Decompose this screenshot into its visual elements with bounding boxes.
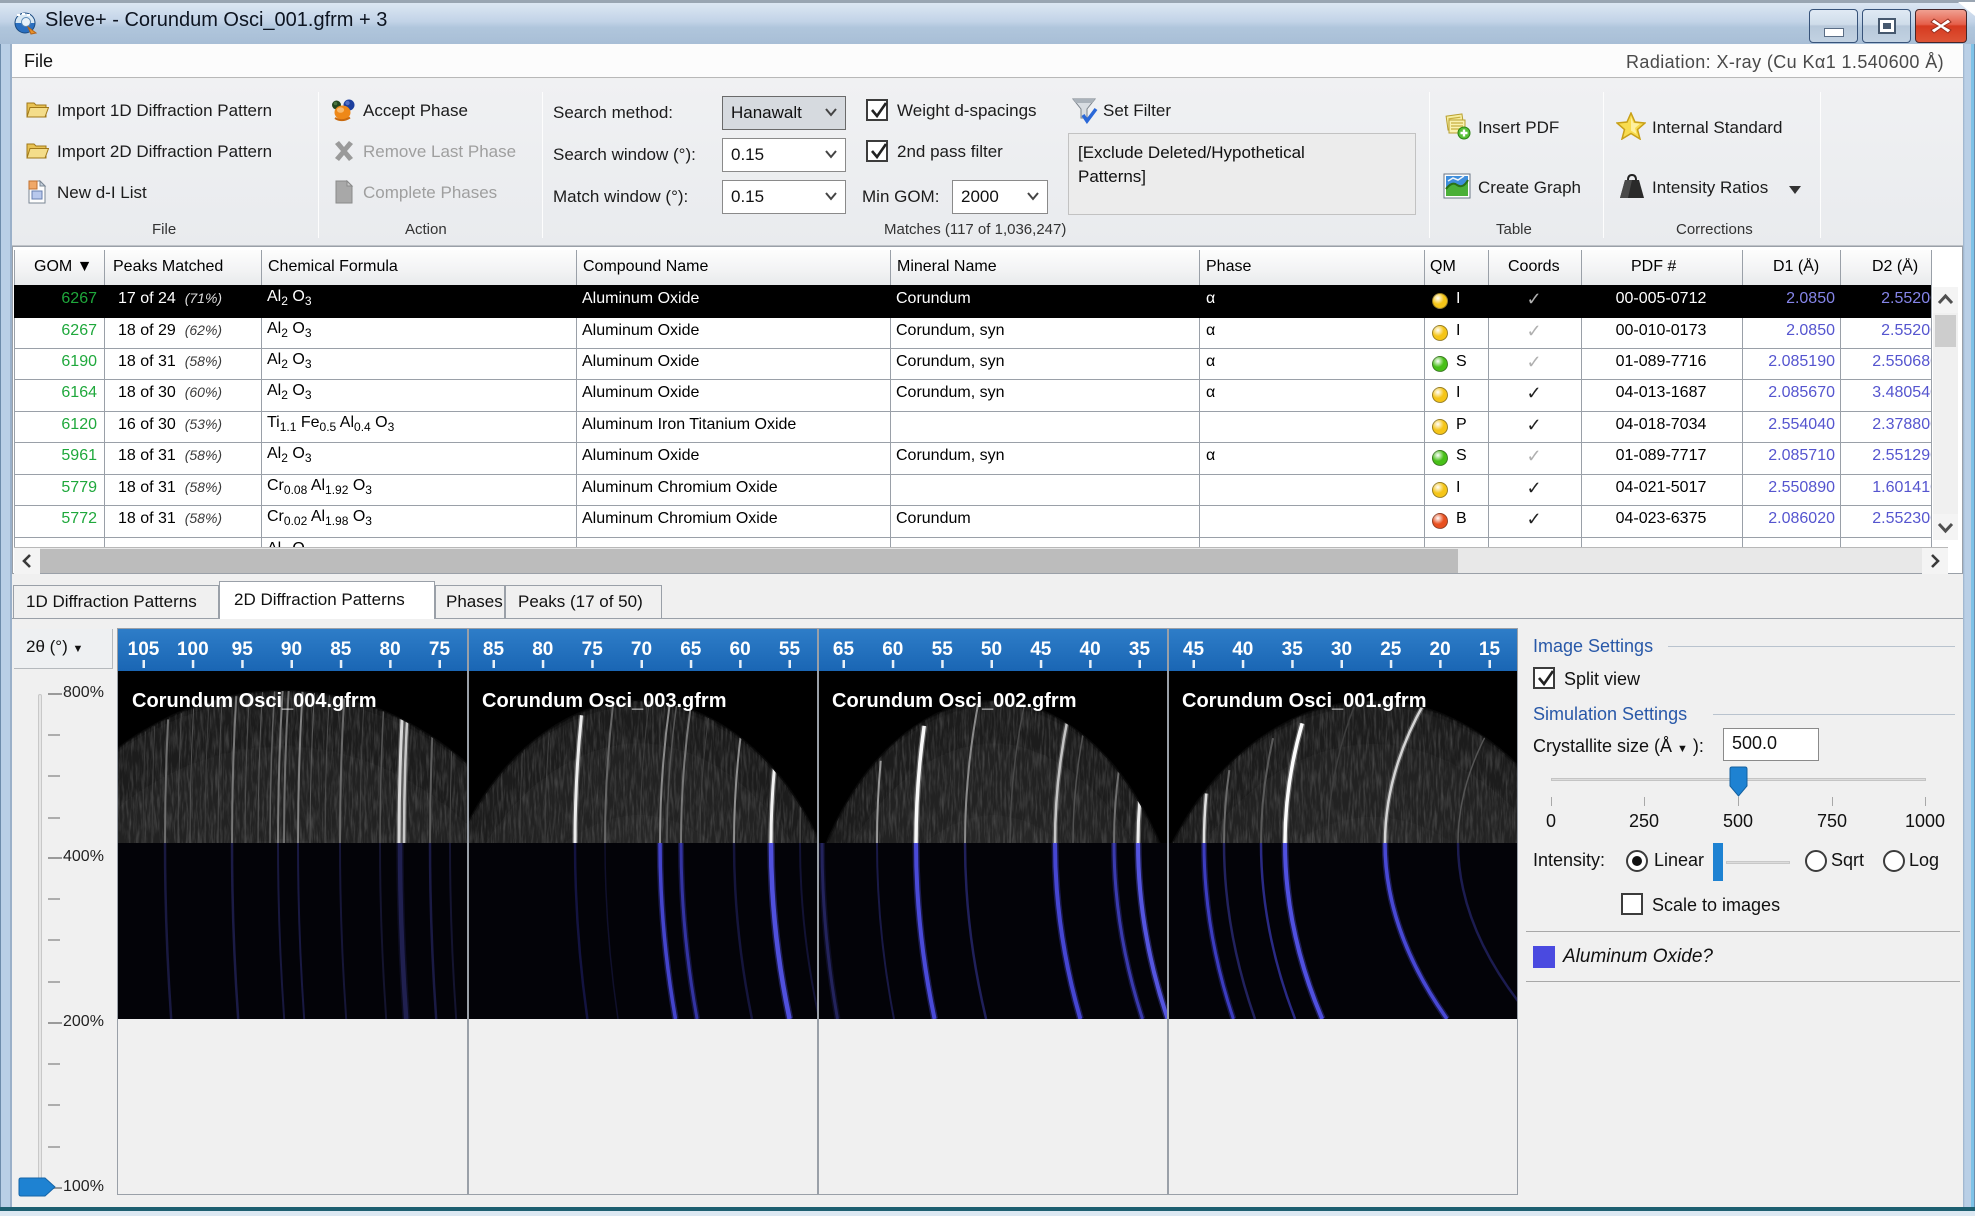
- svg-text:55: 55: [779, 639, 801, 660]
- svg-text:Corundum Osci_004.gfrm: Corundum Osci_004.gfrm: [132, 690, 377, 712]
- svg-text:35: 35: [1282, 639, 1304, 660]
- svg-text:90: 90: [281, 639, 302, 660]
- svg-text:65: 65: [833, 639, 855, 660]
- svg-text:60: 60: [882, 639, 903, 660]
- svg-text:55: 55: [932, 639, 954, 660]
- svg-text:40: 40: [1232, 639, 1253, 660]
- svg-text:85: 85: [483, 639, 505, 660]
- svg-text:25: 25: [1380, 639, 1402, 660]
- svg-text:75: 75: [582, 639, 604, 660]
- svg-text:70: 70: [631, 639, 652, 660]
- svg-text:80: 80: [532, 639, 553, 660]
- svg-text:45: 45: [1183, 639, 1205, 660]
- svg-text:15: 15: [1479, 639, 1501, 660]
- svg-text:105: 105: [128, 639, 160, 660]
- svg-text:75: 75: [429, 639, 451, 660]
- svg-text:45: 45: [1030, 639, 1052, 660]
- svg-text:65: 65: [680, 639, 702, 660]
- svg-text:80: 80: [380, 639, 401, 660]
- svg-text:95: 95: [232, 639, 254, 660]
- svg-text:Corundum Osci_001.gfrm: Corundum Osci_001.gfrm: [1182, 690, 1427, 712]
- svg-text:Corundum Osci_002.gfrm: Corundum Osci_002.gfrm: [832, 690, 1077, 712]
- svg-text:85: 85: [330, 639, 352, 660]
- svg-text:35: 35: [1129, 639, 1151, 660]
- svg-text:Corundum Osci_003.gfrm: Corundum Osci_003.gfrm: [482, 690, 727, 712]
- svg-text:30: 30: [1331, 639, 1352, 660]
- svg-text:100: 100: [177, 639, 209, 660]
- svg-text:40: 40: [1080, 639, 1101, 660]
- svg-text:60: 60: [730, 639, 751, 660]
- svg-text:20: 20: [1430, 639, 1451, 660]
- svg-text:50: 50: [981, 639, 1002, 660]
